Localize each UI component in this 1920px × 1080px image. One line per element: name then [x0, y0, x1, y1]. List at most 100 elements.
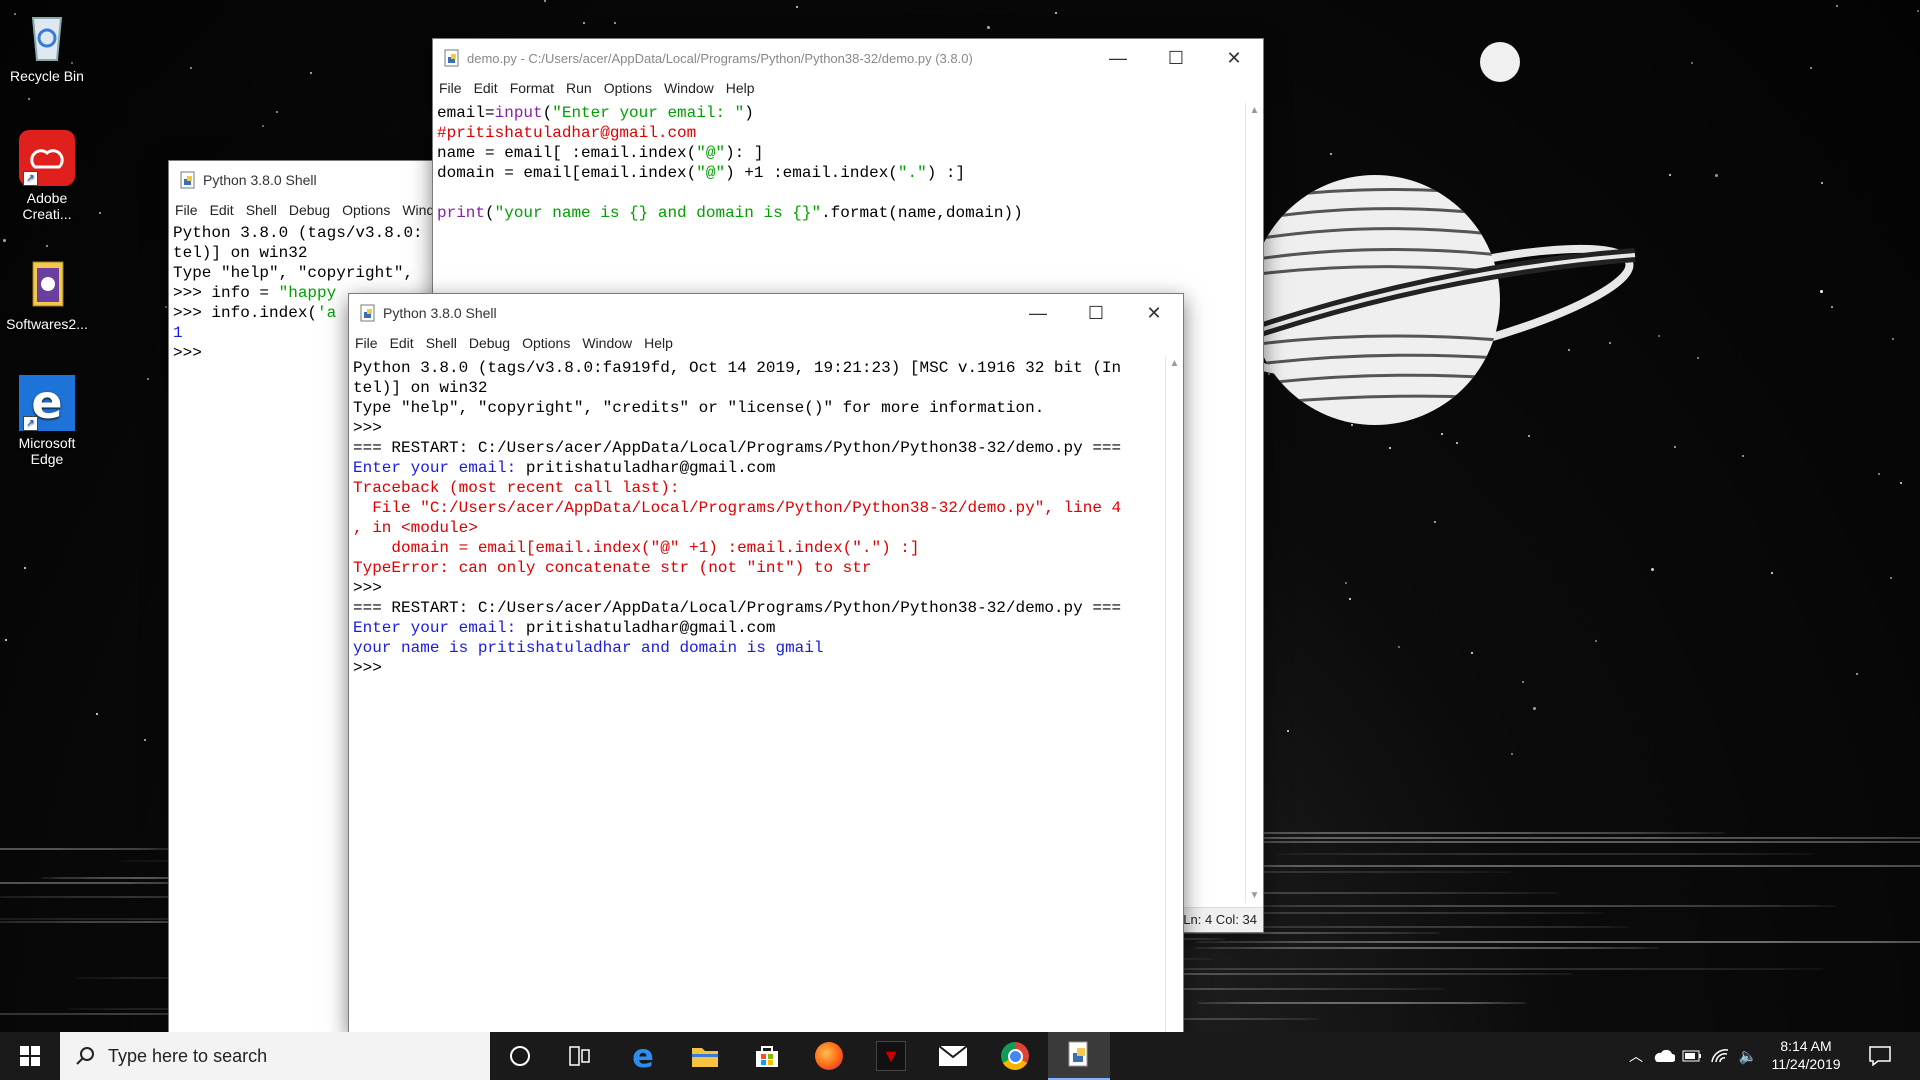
- code-token: domain = email[email.index("@" +1) :emai…: [353, 539, 920, 557]
- desktop-icon-adobe[interactable]: ↗ Adobe Creati...: [2, 130, 92, 222]
- taskbar-file-explorer[interactable]: [674, 1032, 736, 1080]
- taskbar-mail[interactable]: [922, 1032, 984, 1080]
- code-token: ) +1 :email.index(: [725, 164, 898, 182]
- minimize-button[interactable]: —: [1009, 294, 1067, 332]
- scroll-up-arrow[interactable]: ▲: [1166, 358, 1183, 369]
- code-token: 'a: [317, 304, 337, 322]
- vertical-scrollbar[interactable]: ▲ ▼: [1245, 103, 1263, 903]
- menu-item[interactable]: File: [175, 202, 198, 218]
- menu-item[interactable]: Shell: [426, 335, 457, 351]
- desktop-icon-recycle-bin[interactable]: Recycle Bin: [2, 8, 92, 84]
- cortana-button[interactable]: [490, 1032, 550, 1080]
- desktop-icon-label: Microsoft Edge: [18, 435, 76, 467]
- scroll-down-arrow[interactable]: ▼: [1246, 890, 1263, 901]
- menu-item[interactable]: Window: [664, 80, 714, 96]
- desktop-icon-label: Adobe Creati...: [22, 190, 72, 222]
- menu-item[interactable]: Debug: [289, 202, 330, 218]
- star: [1821, 182, 1823, 184]
- code-token: >>>: [353, 659, 382, 677]
- volume-tray[interactable]: 🔈: [1734, 1032, 1762, 1080]
- maximize-button[interactable]: ☐: [1147, 39, 1205, 77]
- menu-item[interactable]: Options: [342, 202, 390, 218]
- desktop-icon-label: Softwares2...: [6, 316, 88, 332]
- taskbar-chrome[interactable]: [984, 1032, 1046, 1080]
- idle-icon: [179, 171, 197, 189]
- code-token: >>>: [353, 579, 382, 597]
- code-line: === RESTART: C:/Users/acer/AppData/Local…: [353, 598, 1179, 618]
- star: [1533, 707, 1536, 710]
- title-bar[interactable]: Python 3.8.0 Shell: [169, 161, 459, 199]
- menu-item[interactable]: Edit: [474, 80, 498, 96]
- taskbar-predator[interactable]: ▼: [860, 1032, 922, 1080]
- code-token: >>> info.index(: [173, 304, 318, 322]
- menu-item[interactable]: File: [439, 80, 462, 96]
- code-token: File "C:/Users/acer/AppData/Local/Progra…: [353, 499, 1122, 517]
- code-line: name = email[ :email.index("@"): ]: [437, 143, 1259, 163]
- menu-item[interactable]: Debug: [469, 335, 510, 351]
- window-title: Python 3.8.0 Shell: [203, 172, 317, 188]
- task-view-button[interactable]: [550, 1032, 610, 1080]
- menu-item[interactable]: Help: [726, 80, 755, 96]
- ground-line: [1217, 905, 1837, 907]
- desktop-icon-edge[interactable]: e ↗ Microsoft Edge: [2, 375, 92, 467]
- clock-date: 11/24/2019: [1771, 1056, 1841, 1072]
- wifi-tray[interactable]: [1706, 1032, 1734, 1080]
- cursor-position: Ln: 4 Col: 34: [1183, 912, 1257, 927]
- start-button[interactable]: [0, 1032, 60, 1080]
- star: [1878, 473, 1880, 475]
- shortcut-arrow-icon: ↗: [23, 171, 38, 186]
- battery-tray[interactable]: [1678, 1032, 1706, 1080]
- vertical-scrollbar[interactable]: ▲: [1165, 356, 1183, 1032]
- menu-item[interactable]: Options: [522, 335, 570, 351]
- menu-item[interactable]: Help: [644, 335, 673, 351]
- clock[interactable]: 8:14 AM 11/24/2019: [1764, 1032, 1848, 1080]
- code-token: Python 3.8.0 (tags/v3.8.0:fa919fd, Oct 1…: [353, 359, 1122, 377]
- code-token: >>>: [173, 344, 202, 362]
- title-bar[interactable]: demo.py - C:/Users/acer/AppData/Local/Pr…: [433, 39, 1263, 77]
- show-hidden-icons-button[interactable]: ︿: [1622, 1032, 1650, 1080]
- taskbar-firefox[interactable]: [798, 1032, 860, 1080]
- menu-item[interactable]: Edit: [210, 202, 234, 218]
- desktop-icon-softwares[interactable]: Softwares2...: [2, 256, 92, 332]
- code-line: Type "help", "copyright",: [173, 263, 455, 283]
- menu-bar: File Edit Shell Debug Options Window Help: [349, 332, 1183, 354]
- code-token: === RESTART: C:/Users/acer/AppData/Local…: [353, 439, 1122, 457]
- scroll-up-arrow[interactable]: ▲: [1246, 105, 1263, 116]
- star: [276, 111, 278, 113]
- star: [1595, 640, 1597, 642]
- code-line: print("your name is {} and domain is {}"…: [437, 203, 1259, 223]
- window-title: demo.py - C:/Users/acer/AppData/Local/Pr…: [467, 50, 973, 66]
- taskbar-store[interactable]: [736, 1032, 798, 1080]
- code-token: Traceback (most recent call last):: [353, 479, 680, 497]
- maximize-button[interactable]: ☐: [1067, 294, 1125, 332]
- code-line: Enter your email: pritishatuladhar@gmail…: [353, 458, 1179, 478]
- menu-item[interactable]: Shell: [246, 202, 277, 218]
- menu-item[interactable]: Options: [604, 80, 652, 96]
- code-editor[interactable]: email=input("Enter your email: ") #pritis…: [433, 99, 1263, 223]
- code-token: ): ]: [725, 144, 764, 162]
- code-line: email=input("Enter your email: "): [437, 103, 1259, 123]
- code-token: email=: [437, 104, 495, 122]
- menu-item[interactable]: Window: [582, 335, 632, 351]
- title-bar[interactable]: Python 3.8.0 Shell — ☐ ✕: [349, 294, 1183, 332]
- menu-item[interactable]: File: [355, 335, 378, 351]
- search-box[interactable]: Type here to search: [60, 1032, 490, 1080]
- saturn-illustration: [1242, 175, 1636, 425]
- menu-item[interactable]: Run: [566, 80, 592, 96]
- taskbar-edge[interactable]: e: [612, 1032, 674, 1080]
- menu-item[interactable]: Format: [510, 80, 554, 96]
- front-shell-window[interactable]: Python 3.8.0 Shell — ☐ ✕ File Edit Shell De…: [348, 293, 1184, 1032]
- minimize-button[interactable]: —: [1089, 39, 1147, 77]
- menu-item[interactable]: Edit: [390, 335, 414, 351]
- close-button[interactable]: ✕: [1125, 294, 1183, 332]
- code-line: #pritishatuladhar@gmail.com: [437, 123, 1259, 143]
- idle-icon: [443, 49, 461, 67]
- search-placeholder: Type here to search: [108, 1045, 268, 1066]
- close-button[interactable]: ✕: [1205, 39, 1263, 77]
- shell-output[interactable]: Python 3.8.0 (tags/v3.8.0:fa919fd, Oct 1…: [349, 354, 1183, 678]
- code-token: #pritishatuladhar@gmail.com: [437, 124, 697, 142]
- onedrive-tray[interactable]: [1650, 1032, 1678, 1080]
- action-center-button[interactable]: [1860, 1032, 1900, 1080]
- onedrive-cloud-icon: [1654, 1049, 1675, 1062]
- taskbar-idle[interactable]: [1048, 1032, 1110, 1080]
